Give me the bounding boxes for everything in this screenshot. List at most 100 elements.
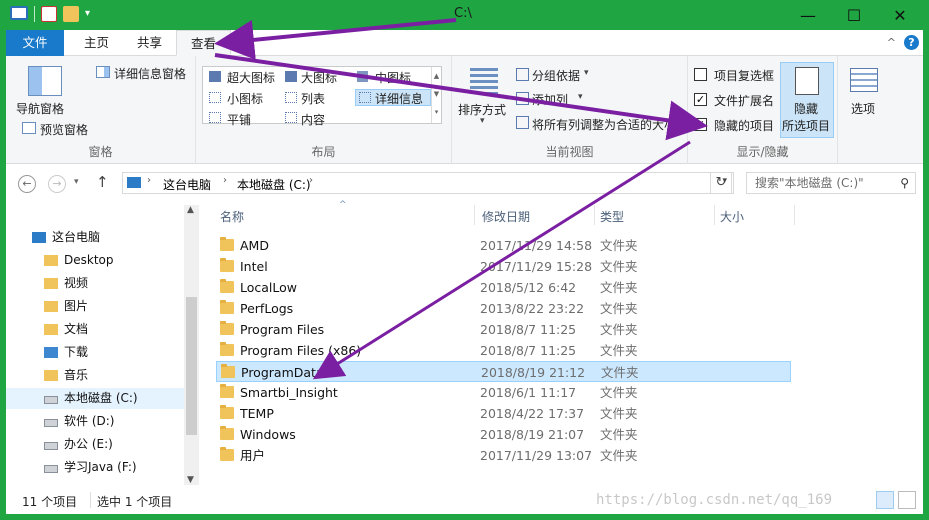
forward-button[interactable]: →	[48, 175, 66, 193]
table-row[interactable]: Program Files (x86) 2018/8/7 11:25 文件夹	[216, 340, 791, 361]
details-icon	[359, 92, 371, 103]
ribbon-view: 导航窗格 预览窗格 详细信息窗格 窗格 布局 超大图标 大图标 中图标 小图标 …	[6, 56, 923, 164]
table-row[interactable]: LocalLow 2018/5/12 6:42 文件夹	[216, 277, 791, 298]
table-row[interactable]: 用户 2017/11/29 13:07 文件夹	[216, 445, 791, 466]
search-placeholder: 搜索"本地磁盘 (C:)"	[755, 176, 864, 190]
hidden-items-checkbox[interactable]: ✓	[694, 118, 707, 131]
table-row[interactable]: ProgramData 2018/8/19 21:12 文件夹	[216, 361, 791, 382]
details-pane-button[interactable]: 详细信息窗格	[114, 65, 186, 82]
back-button[interactable]: ←	[18, 175, 36, 193]
refresh-icon[interactable]: ↻	[710, 172, 732, 194]
large-icons-view-toggle-icon[interactable]	[898, 491, 916, 509]
scroll-up-icon[interactable]: ▲	[187, 205, 194, 215]
nav-item[interactable]: 这台电脑	[6, 227, 186, 248]
small-icons-icon	[209, 92, 221, 103]
nav-item[interactable]: 音乐	[6, 365, 186, 386]
nav-item[interactable]: Desktop	[6, 250, 186, 271]
file-date: 2017/11/29 14:58	[480, 238, 593, 253]
layout-small-icons[interactable]: 小图标	[227, 90, 263, 107]
layout-medium-icons[interactable]: 中图标	[375, 69, 411, 86]
tab-share[interactable]: 共享	[123, 30, 176, 56]
table-row[interactable]: Intel 2017/11/29 15:28 文件夹	[216, 256, 791, 277]
nav-item[interactable]: 本地磁盘 (C:)	[6, 388, 186, 409]
ribbon-tabs: 文件 主页 共享 查看 ^ ?	[6, 30, 923, 56]
options-button[interactable]: 选项	[851, 100, 875, 117]
layout-extra-large-icons[interactable]: 超大图标	[227, 69, 275, 86]
breadcrumb-local-disk[interactable]: 本地磁盘 (C:)	[237, 176, 311, 193]
file-type: 文件夹	[600, 343, 638, 358]
computer-icon[interactable]	[10, 6, 28, 20]
table-row[interactable]: PerfLogs 2013/8/22 23:22 文件夹	[216, 298, 791, 319]
column-header-type[interactable]: 类型	[600, 207, 624, 227]
file-extensions-checkbox[interactable]: ✓	[694, 93, 707, 106]
maximize-button[interactable]: ☐	[831, 0, 877, 30]
gallery-scroll-icon[interactable]: ▲ ▼ ▾	[431, 67, 441, 123]
file-name: LocalLow	[240, 280, 298, 295]
tab-file[interactable]: 文件	[6, 30, 64, 56]
file-name: Smartbi_Insight	[240, 385, 338, 400]
nav-item[interactable]: 文档	[6, 319, 186, 340]
layout-content[interactable]: 内容	[301, 111, 325, 128]
folder-icon	[220, 384, 234, 398]
details-view-toggle-icon[interactable]	[876, 491, 894, 509]
table-row[interactable]: Program Files 2018/8/7 11:25 文件夹	[216, 319, 791, 340]
column-header-name[interactable]: 名称	[220, 207, 244, 227]
extra-large-icons-icon	[209, 71, 221, 82]
layout-list[interactable]: 列表	[301, 90, 325, 107]
hide-selected-items-button[interactable]: 隐藏 所选项目	[780, 62, 834, 138]
folder-icon	[220, 405, 234, 419]
file-name: ProgramData	[241, 365, 324, 380]
nav-item[interactable]: 办公 (E:)	[6, 434, 186, 455]
add-column-button[interactable]: 添加列	[532, 91, 568, 108]
nav-item[interactable]: 软件 (D:)	[6, 411, 186, 432]
hide-selected-icon	[795, 67, 819, 95]
table-row[interactable]: Smartbi_Insight 2018/6/1 11:17 文件夹	[216, 382, 791, 403]
layout-large-icons[interactable]: 大图标	[301, 69, 337, 86]
explorer-window: ▾ C:\ — ☐ ✕ 文件 主页 共享 查看 ^ ? 导航窗格 预览窗格 详细…	[0, 0, 929, 520]
recent-locations-chevron-icon[interactable]: ▾	[74, 177, 79, 187]
minimize-button[interactable]: —	[785, 0, 831, 30]
file-date: 2018/8/7 11:25	[480, 322, 577, 337]
file-type: 文件夹	[601, 365, 639, 380]
preview-pane-button[interactable]: 预览窗格	[40, 121, 88, 138]
list-icon	[285, 92, 297, 103]
layout-details[interactable]: 详细信息	[375, 90, 423, 107]
navigation-pane-icon[interactable]	[28, 66, 62, 96]
tiles-icon	[209, 112, 221, 123]
nav-item[interactable]: 学习Java (F:)	[6, 457, 186, 478]
item-checkboxes-label: 项目复选框	[714, 69, 775, 83]
address-box[interactable]: › 这台电脑 › 本地磁盘 (C:) › ▾	[122, 172, 734, 194]
navigation-pane-button[interactable]: 导航窗格	[16, 100, 64, 117]
item-checkboxes-checkbox[interactable]	[694, 68, 707, 81]
nav-item-label: 音乐	[64, 368, 89, 382]
table-row[interactable]: AMD 2017/11/29 14:58 文件夹	[216, 235, 791, 256]
collapse-ribbon-icon[interactable]: ^	[887, 36, 896, 49]
nav-item[interactable]: 下载	[6, 342, 186, 363]
group-by-button[interactable]: 分组依据	[532, 67, 580, 84]
new-folder-icon[interactable]	[63, 6, 79, 22]
table-row[interactable]: TEMP 2018/4/22 17:37 文件夹	[216, 403, 791, 424]
column-header-date[interactable]: 修改日期	[482, 207, 530, 227]
column-separator	[474, 205, 475, 225]
properties-icon[interactable]	[41, 6, 57, 22]
customize-toolbar-chevron-icon[interactable]: ▾	[85, 6, 90, 22]
help-icon[interactable]: ?	[904, 35, 919, 50]
nav-scroll-thumb[interactable]	[186, 297, 197, 435]
ribbon-group-label: 当前视图	[545, 145, 594, 159]
up-button[interactable]: ↑	[96, 173, 109, 191]
nav-item-label: 下载	[64, 345, 89, 359]
nav-item[interactable]: 视频	[6, 273, 186, 294]
table-row[interactable]: Windows 2018/8/19 21:07 文件夹	[216, 424, 791, 445]
scroll-down-icon[interactable]: ▼	[187, 475, 194, 485]
close-button[interactable]: ✕	[877, 0, 923, 30]
fit-columns-button[interactable]: 将所有列调整为合适的大小	[532, 116, 676, 133]
ribbon-group-label: 窗格	[88, 145, 113, 159]
tab-home[interactable]: 主页	[70, 30, 123, 56]
breadcrumb-this-pc[interactable]: 这台电脑	[163, 176, 211, 193]
layout-tiles[interactable]: 平铺	[227, 111, 251, 128]
tab-view[interactable]: 查看	[176, 30, 232, 56]
nav-item[interactable]: 图片	[6, 296, 186, 317]
search-input[interactable]: 搜索"本地磁盘 (C:)" ⚲	[746, 172, 916, 194]
column-header-size[interactable]: 大小	[720, 207, 744, 227]
fit-columns-icon	[516, 116, 529, 129]
